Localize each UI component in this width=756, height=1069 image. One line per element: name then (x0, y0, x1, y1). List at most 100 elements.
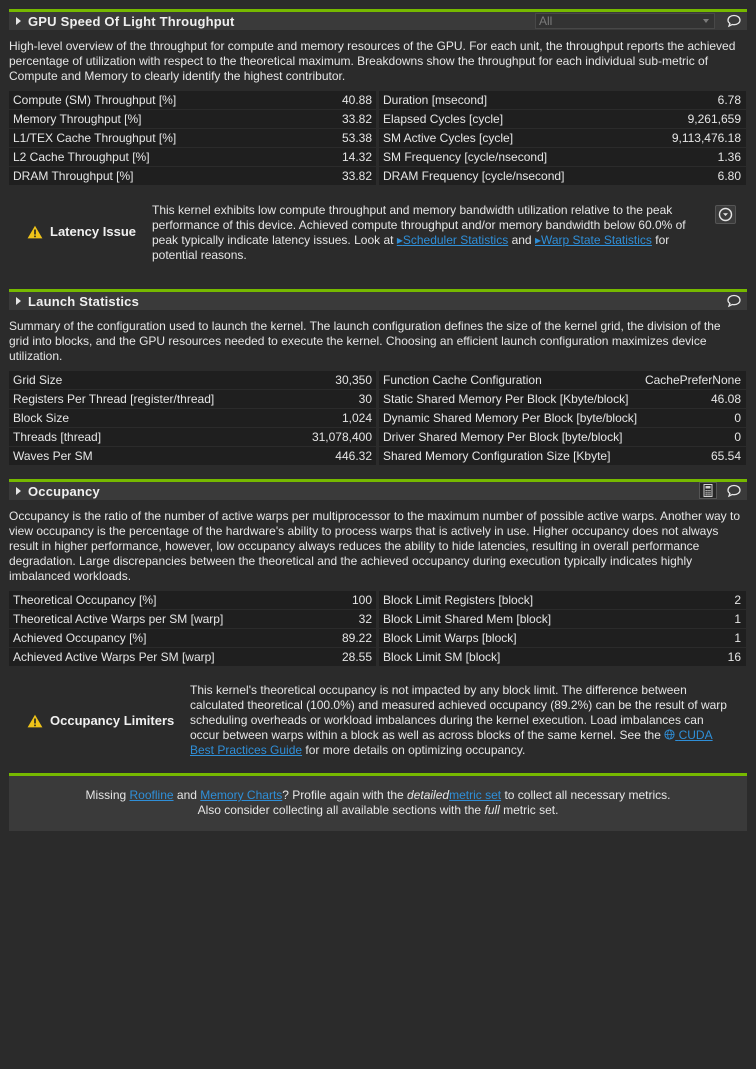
metric-value: 1.36 (717, 150, 741, 164)
metric-value: 89.22 (341, 631, 372, 645)
metric-value: 31,078,400 (311, 430, 372, 444)
circle-chevron-down-icon (718, 207, 733, 222)
footer-line-2: Also consider collecting all available s… (9, 803, 747, 818)
metric-label: Static Shared Memory Per Block [Kbyte/bl… (383, 392, 629, 406)
metric-label: Block Limit SM [block] (383, 650, 501, 664)
metric-row[interactable]: L2 Cache Throughput [%] 14.32 (9, 148, 376, 167)
metric-label: Function Cache Configuration (383, 373, 542, 387)
metric-value: 6.80 (717, 169, 741, 183)
metric-value: 65.54 (710, 449, 741, 463)
metric-label: Grid Size (13, 373, 63, 387)
metric-label: Driver Shared Memory Per Block [byte/blo… (383, 430, 623, 444)
metric-value: 9,261,659 (687, 112, 741, 126)
link-label: Scheduler Statistics (402, 233, 509, 247)
metric-value: 2 (734, 593, 741, 607)
body-filter-select[interactable]: All (535, 13, 715, 29)
metric-label: Block Size (13, 411, 70, 425)
rule-body: This kernel exhibits low compute through… (152, 203, 692, 263)
section-header-sol[interactable]: GPU Speed Of Light Throughput All (9, 9, 747, 30)
warp-state-statistics-link[interactable]: ▸Warp State Statistics (535, 233, 652, 247)
metric-label: Waves Per SM (13, 449, 93, 463)
scheduler-statistics-link[interactable]: ▸Scheduler Statistics (397, 233, 508, 247)
comment-icon[interactable] (726, 483, 742, 499)
metric-row[interactable]: Dynamic Shared Memory Per Block [byte/bl… (379, 409, 746, 428)
footer-text: metric set. (503, 803, 559, 817)
globe-icon (664, 729, 675, 740)
section-header-occupancy[interactable]: Occupancy (9, 479, 747, 500)
rule-text: This kernel's theoretical occupancy is n… (190, 683, 727, 742)
metric-row[interactable]: Block Limit Registers [block] 2 (379, 591, 746, 610)
section-header-launch[interactable]: Launch Statistics (9, 289, 747, 310)
metric-row[interactable]: DRAM Frequency [cycle/nsecond] 6.80 (379, 167, 746, 186)
metric-row[interactable]: Static Shared Memory Per Block [Kbyte/bl… (379, 390, 746, 409)
metric-set-link[interactable]: metric set (449, 788, 501, 802)
rule-text: for more details on optimizing occupancy… (305, 743, 526, 757)
rule-expand-button[interactable] (715, 205, 736, 224)
metric-value: 0 (734, 411, 741, 425)
metric-value: 30,350 (335, 373, 372, 387)
metric-row[interactable]: Shared Memory Configuration Size [Kbyte]… (379, 447, 746, 466)
filter-value: All (539, 14, 553, 28)
metric-row[interactable]: Block Limit Shared Mem [block] 1 (379, 610, 746, 629)
metric-label: DRAM Throughput [%] (13, 169, 134, 183)
metric-value: 1,024 (341, 411, 372, 425)
metric-label: Block Limit Warps [block] (383, 631, 517, 645)
metric-label: Theoretical Occupancy [%] (13, 593, 157, 607)
sol-metrics-table: Compute (SM) Throughput [%] 40.88 Memory T… (9, 91, 747, 186)
metric-label: Achieved Occupancy [%] (13, 631, 147, 645)
metric-value: 32 (358, 612, 372, 626)
chevron-down-icon (703, 19, 709, 23)
metric-label: Registers Per Thread [register/thread] (13, 392, 215, 406)
metric-row[interactable]: SM Active Cycles [cycle] 9,113,476.18 (379, 129, 746, 148)
metric-value: 30 (358, 392, 372, 406)
metric-row[interactable]: DRAM Throughput [%] 33.82 (9, 167, 376, 186)
rule-latency-issue: Latency Issue This kernel exhibits low c… (9, 195, 747, 265)
metrics-column-left: Grid Size 30,350 Registers Per Thread [reg… (9, 371, 376, 466)
rule-name: Latency Issue (50, 224, 136, 239)
expand-arrow-icon[interactable] (16, 17, 21, 25)
metric-label: Threads [thread] (13, 430, 102, 444)
metric-row[interactable]: SM Frequency [cycle/nsecond] 1.36 (379, 148, 746, 167)
metric-row[interactable]: Block Limit Warps [block] 1 (379, 629, 746, 648)
warning-icon (27, 714, 43, 728)
metric-row[interactable]: Registers Per Thread [register/thread] 30 (9, 390, 376, 409)
metric-row[interactable]: Theoretical Active Warps per SM [warp] 32 (9, 610, 376, 629)
metric-row[interactable]: Elapsed Cycles [cycle] 9,261,659 (379, 110, 746, 129)
metric-row[interactable]: Grid Size 30,350 (9, 371, 376, 390)
metric-label: Memory Throughput [%] (13, 112, 142, 126)
memory-charts-link[interactable]: Memory Charts (200, 788, 282, 802)
metric-value: 16 (727, 650, 741, 664)
metric-value: 14.32 (341, 150, 372, 164)
expand-arrow-icon[interactable] (16, 297, 21, 305)
metric-row[interactable]: Waves Per SM 446.32 (9, 447, 376, 466)
metric-label: L1/TEX Cache Throughput [%] (13, 131, 177, 145)
metric-row[interactable]: Block Size 1,024 (9, 409, 376, 428)
metric-row[interactable]: Achieved Active Warps Per SM [warp] 28.55 (9, 648, 376, 667)
metric-row[interactable]: Memory Throughput [%] 33.82 (9, 110, 376, 129)
calculator-button[interactable] (699, 482, 717, 499)
comment-icon[interactable] (726, 293, 742, 309)
metric-row[interactable]: Function Cache Configuration CachePreferN… (379, 371, 746, 390)
metric-row[interactable]: Theoretical Occupancy [%] 100 (9, 591, 376, 610)
metric-label: Theoretical Active Warps per SM [warp] (13, 612, 224, 626)
footer-text: ? Profile again with the (282, 788, 404, 802)
rule-name: Occupancy Limiters (50, 713, 175, 728)
metric-row[interactable]: Compute (SM) Throughput [%] 40.88 (9, 91, 376, 110)
footer-text: Missing (85, 788, 127, 802)
metrics-column-right: Duration [msecond] 6.78 Elapsed Cycles [cy… (379, 91, 746, 186)
metric-row[interactable]: L1/TEX Cache Throughput [%] 53.38 (9, 129, 376, 148)
metrics-column-right: Function Cache Configuration CachePreferN… (379, 371, 746, 466)
metric-row[interactable]: Achieved Occupancy [%] 89.22 (9, 629, 376, 648)
expand-arrow-icon[interactable] (16, 487, 21, 495)
metric-row[interactable]: Block Limit SM [block] 16 (379, 648, 746, 667)
comment-icon[interactable] (726, 13, 742, 29)
section-title: Occupancy (28, 484, 100, 499)
metric-row[interactable]: Duration [msecond] 6.78 (379, 91, 746, 110)
metric-row[interactable]: Driver Shared Memory Per Block [byte/blo… (379, 428, 746, 447)
calculator-icon (703, 484, 713, 497)
full-set-name: full (484, 803, 500, 817)
metric-value: 46.08 (710, 392, 741, 406)
roofline-link[interactable]: Roofline (130, 788, 174, 802)
metric-value: 1 (734, 631, 741, 645)
metric-row[interactable]: Threads [thread] 31,078,400 (9, 428, 376, 447)
